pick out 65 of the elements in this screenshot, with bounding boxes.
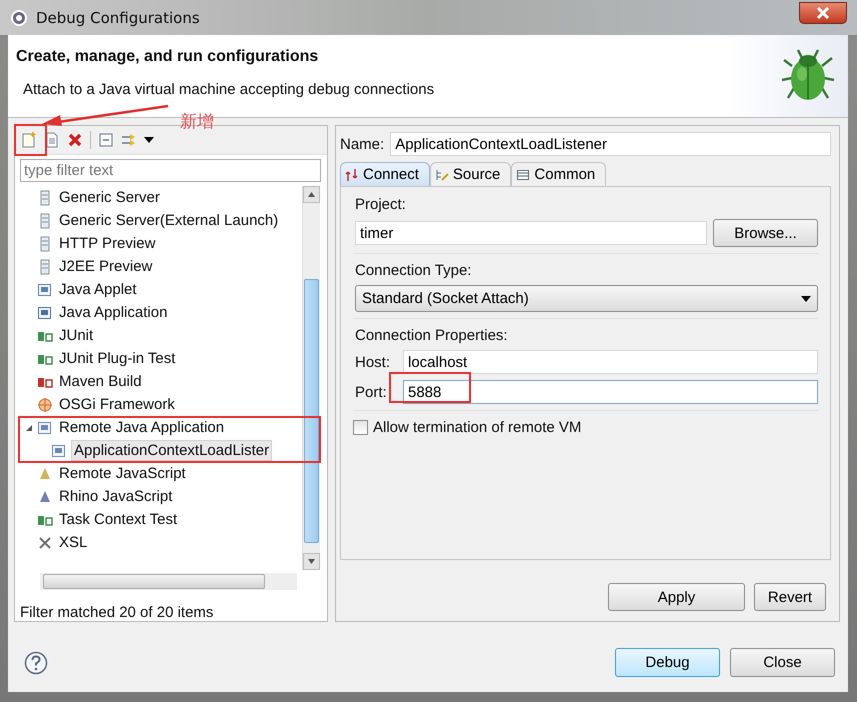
tree-item[interactable]: Java Application	[57, 303, 170, 322]
tab[interactable]: Connect	[340, 162, 430, 186]
connection-properties-label: Connection Properties:	[355, 327, 509, 344]
annotation-label: 新增	[180, 111, 214, 133]
table-icon	[516, 168, 530, 182]
browse-button[interactable]: Browse...	[713, 219, 818, 247]
config-icon	[37, 488, 53, 504]
tree-item[interactable]: Remote JavaScript	[57, 464, 188, 483]
dialog-button[interactable]: Debug	[615, 648, 720, 677]
header-title: Create, manage, and run configurations	[16, 48, 320, 66]
tree-item[interactable]: Generic Server(External Launch)	[57, 211, 280, 230]
tree-item[interactable]: Task Context Test	[57, 510, 180, 529]
filter-field[interactable]: type filter text	[20, 159, 321, 182]
connection-type-label: Connection Type:	[355, 262, 472, 279]
dialog-button[interactable]: Close	[730, 648, 835, 677]
tree-item[interactable]: ApplicationContextLoadLister	[71, 440, 272, 461]
host-field[interactable]: localhost	[403, 350, 818, 374]
config-icon	[51, 442, 67, 458]
source-icon	[434, 168, 449, 182]
config-icon	[37, 282, 53, 298]
close-icon	[816, 6, 830, 18]
tree-item[interactable]: Remote Java Application	[57, 418, 226, 437]
host-label: Host:	[355, 354, 392, 370]
tree-item[interactable]: XSL	[57, 533, 90, 552]
tree-item[interactable]: Rhino JavaScript	[57, 487, 174, 506]
tree-item[interactable]: Maven Build	[57, 372, 144, 391]
tree-item[interactable]: HTTP Preview	[57, 234, 158, 253]
dropdown-caret-icon[interactable]	[142, 135, 156, 145]
expand-triangle-icon[interactable]	[25, 424, 33, 432]
name-label: Name:	[340, 136, 384, 152]
tree-item[interactable]: Java Applet	[57, 280, 139, 299]
project-label: Project:	[355, 196, 407, 213]
filter-status: Filter matched 20 of 20 items	[19, 603, 214, 621]
crosshair-icon	[37, 396, 53, 412]
config-icon	[37, 304, 53, 320]
config-icon	[37, 420, 53, 436]
down-arrow-icon[interactable]	[308, 559, 315, 564]
tree-item[interactable]: Generic Server	[57, 188, 162, 207]
port-field[interactable]: 5888	[403, 380, 818, 404]
action-button[interactable]: Apply	[608, 583, 745, 611]
tree-item[interactable]: JUnit Plug-in Test	[57, 349, 178, 368]
tree-item[interactable]: JUnit	[57, 326, 96, 345]
config-icon	[37, 466, 53, 482]
cross-icon	[37, 534, 53, 550]
highlight-rectangle	[14, 124, 47, 156]
tab[interactable]: Source	[430, 162, 512, 186]
close-button[interactable]	[799, 2, 847, 24]
connect-icon	[345, 168, 359, 182]
project-field[interactable]: timer	[355, 221, 707, 245]
checkbox-label: Allow termination of remote VM	[373, 419, 582, 436]
help-icon[interactable]	[24, 650, 48, 674]
vertical-scrollbar[interactable]	[302, 186, 320, 570]
up-arrow-icon[interactable]	[308, 192, 315, 197]
checkbox[interactable]	[353, 420, 368, 435]
header-message: Attach to a Java virtual machine accepting debug connections	[22, 81, 434, 98]
window-title: Debug Configurations	[36, 8, 200, 26]
name-field[interactable]: ApplicationContextLoadListener	[390, 132, 831, 156]
horizontal-scrollbar[interactable]	[40, 573, 297, 590]
tree-item[interactable]: J2EE Preview	[57, 257, 154, 276]
connection-type-dropdown[interactable]: Standard (Socket Attach)	[355, 285, 818, 312]
caret-icon	[801, 296, 811, 302]
tree-item[interactable]: OSGi Framework	[57, 395, 177, 414]
tab[interactable]: Common	[511, 162, 606, 186]
action-button[interactable]: Revert	[754, 583, 826, 611]
port-label: Port:	[355, 384, 388, 400]
